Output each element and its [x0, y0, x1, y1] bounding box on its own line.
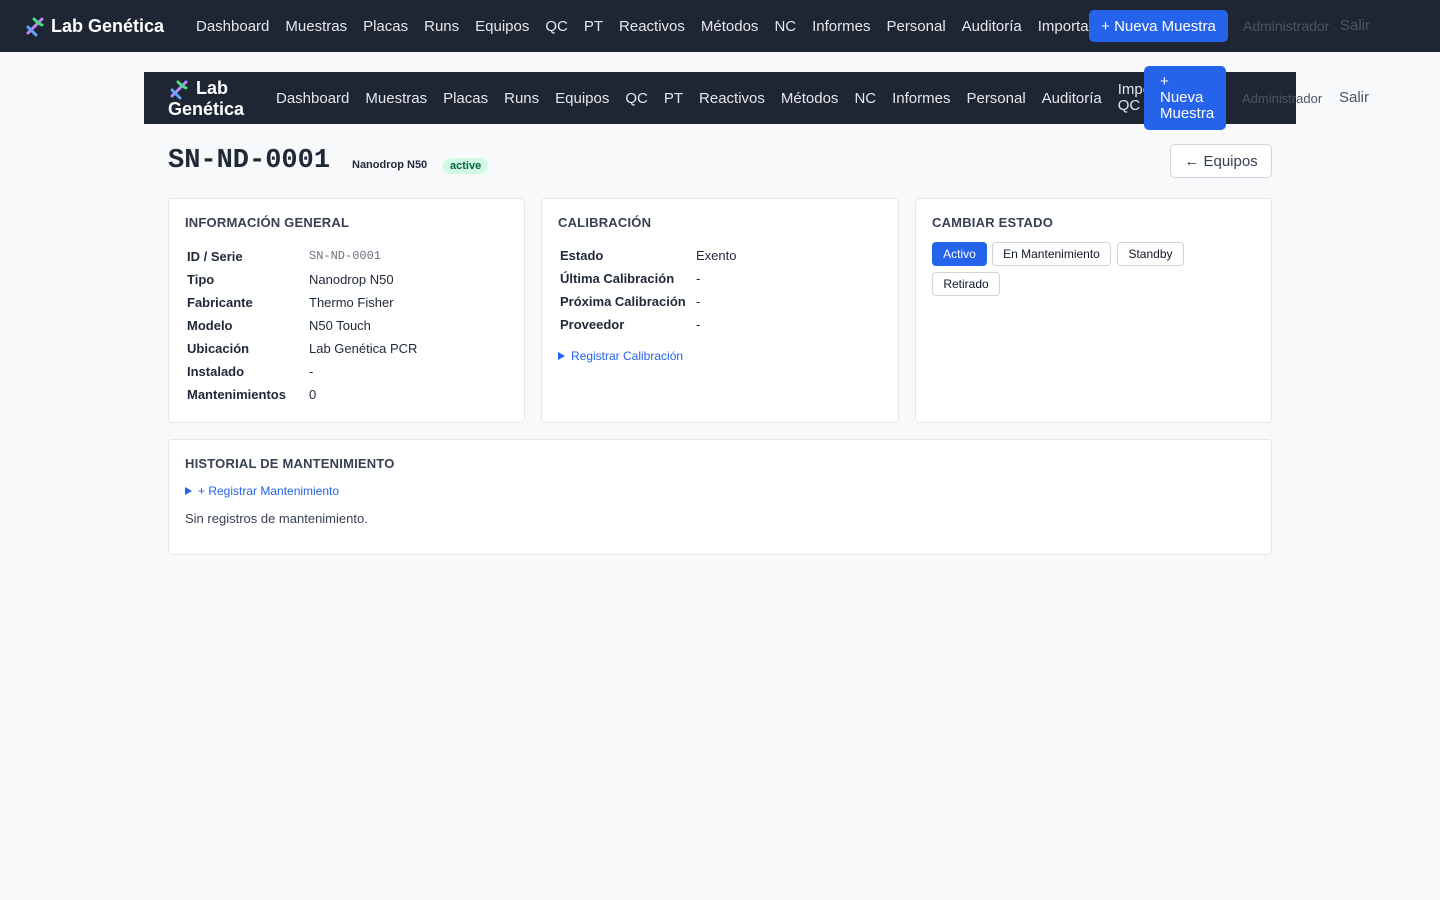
nav-runs[interactable]: Runs: [496, 90, 547, 107]
nav-metodos[interactable]: Métodos: [773, 90, 847, 107]
nav-personal[interactable]: Personal: [958, 90, 1033, 107]
info-value: -: [309, 364, 314, 379]
nav-pt[interactable]: PT: [656, 90, 691, 107]
nav-auditoria[interactable]: Auditoría: [1034, 90, 1110, 107]
nav-qc[interactable]: QC: [537, 18, 576, 35]
register-calibration-toggle[interactable]: Registrar Calibración: [558, 349, 683, 363]
state-standby-button[interactable]: Standby: [1117, 242, 1184, 266]
brand-name: Lab Genética: [51, 15, 165, 36]
nav-informes[interactable]: Informes: [804, 18, 878, 35]
nav-placas[interactable]: Placas: [435, 90, 496, 107]
page-title: SN-ND-0001: [168, 146, 331, 176]
calib-label: Próxima Calibración: [560, 294, 686, 309]
nav-muestras[interactable]: Muestras: [277, 18, 355, 35]
nav-personal[interactable]: Personal: [878, 18, 953, 35]
calib-value: -: [696, 271, 701, 286]
info-value: Lab Genética PCR: [309, 341, 418, 356]
card-title: Información General: [185, 215, 350, 230]
info-label: Mantenimientos: [187, 387, 286, 402]
calib-label: Última Calibración: [560, 271, 675, 286]
nav-reactivos[interactable]: Reactivos: [611, 18, 693, 35]
calib-value: -: [696, 294, 701, 309]
info-label: Fabricante: [187, 295, 253, 310]
top-navbar: Lab Genética Dashboard Muestras Placas R…: [0, 0, 1440, 52]
register-calibration-label: Registrar Calibración: [571, 349, 684, 363]
info-label: Ubicación: [187, 341, 250, 356]
new-sample-button[interactable]: + Nueva Muestra: [1089, 10, 1228, 42]
nav-muestras[interactable]: Muestras: [357, 90, 435, 107]
nav-equipos[interactable]: Equipos: [467, 18, 537, 35]
nav-pt[interactable]: PT: [576, 18, 611, 35]
state-mantenimiento-button[interactable]: En Mantenimiento: [992, 242, 1111, 266]
nav-nc[interactable]: NC: [766, 18, 804, 35]
back-to-equipos-button[interactable]: ← Equipos: [1170, 144, 1272, 178]
inner-navbar: Lab Genética Dashboard Muestras Placas R…: [144, 66, 1296, 130]
nav-informes[interactable]: Informes: [884, 90, 958, 107]
info-value: 0: [309, 387, 317, 402]
nav-metodos[interactable]: Métodos: [693, 18, 767, 35]
logout-link[interactable]: Salir: [1340, 17, 1370, 34]
general-info-card: Información General ID / Serie SN-ND-000…: [168, 198, 525, 423]
dna-icon: [26, 17, 44, 37]
empty-state-text: Sin registros de mantenimiento.: [185, 511, 368, 526]
card-title: Historial de Mantenimiento: [185, 456, 395, 471]
nav-nc[interactable]: NC: [846, 90, 884, 107]
nav-runs[interactable]: Runs: [416, 18, 467, 35]
nav-reactivos[interactable]: Reactivos: [691, 90, 773, 107]
card-title: Calibración: [558, 215, 652, 230]
nav-qc[interactable]: QC: [617, 90, 656, 107]
brand-logo[interactable]: Lab Genética: [24, 15, 164, 37]
calib-label: Proveedor: [560, 317, 625, 332]
nav-placas[interactable]: Placas: [355, 18, 416, 35]
dna-icon: [170, 80, 188, 100]
nav-dashboard[interactable]: Dashboard: [188, 18, 277, 35]
register-maintenance-label: + Registrar Mantenimiento: [198, 484, 340, 498]
calibration-card: Calibración Estado Exento Última Calibra…: [541, 198, 899, 423]
info-label: Instalado: [187, 364, 245, 379]
info-label: ID / Serie: [187, 249, 243, 264]
info-value: Nanodrop N50: [309, 272, 394, 287]
equipment-type: Nanodrop N50: [352, 159, 428, 171]
triangle-right-icon: [558, 352, 565, 360]
calib-label: Estado: [560, 248, 604, 263]
user-name: Administrador: [1242, 91, 1323, 106]
calib-value: -: [696, 317, 701, 332]
info-label: Tipo: [187, 272, 215, 287]
info-value: Thermo Fisher: [309, 295, 394, 310]
info-label: Modelo: [187, 318, 233, 333]
card-title: Cambiar Estado: [932, 215, 1053, 230]
info-value: N50 Touch: [309, 318, 371, 333]
nav-links: Dashboard Muestras Placas Runs Equipos Q…: [188, 0, 1128, 52]
nav-dashboard[interactable]: Dashboard: [268, 90, 357, 107]
triangle-right-icon: [185, 487, 192, 495]
new-sample-button[interactable]: + Nueva Muestra: [1144, 66, 1226, 130]
nav-links: Dashboard Muestras Placas Runs Equipos Q…: [268, 72, 1178, 124]
status-badge: active: [443, 158, 489, 174]
nav-equipos[interactable]: Equipos: [547, 90, 617, 107]
info-value: SN-ND-0001: [309, 249, 382, 263]
change-state-card: Cambiar Estado Activo En Mantenimiento S…: [915, 198, 1272, 423]
maintenance-history-card: Historial de Mantenimiento + Registrar M…: [168, 439, 1272, 555]
user-name: Administrador: [1243, 18, 1330, 34]
register-maintenance-toggle[interactable]: + Registrar Mantenimiento: [185, 484, 339, 498]
state-activo-button[interactable]: Activo: [932, 242, 987, 266]
calib-value: Exento: [696, 248, 737, 263]
state-retirado-button[interactable]: Retirado: [932, 272, 1000, 296]
nav-auditoria[interactable]: Auditoría: [954, 18, 1030, 35]
brand-logo[interactable]: Lab Genética: [168, 78, 258, 120]
logout-link[interactable]: Salir: [1339, 89, 1369, 106]
